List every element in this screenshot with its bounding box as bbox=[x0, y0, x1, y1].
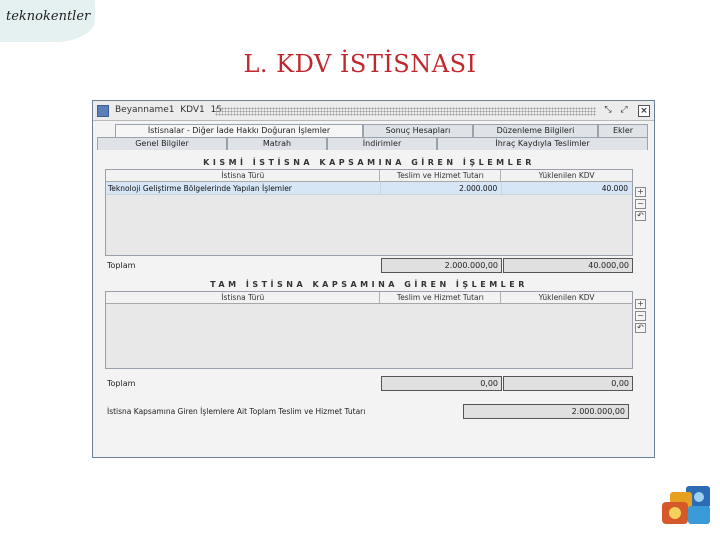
close-icon[interactable]: × bbox=[638, 105, 650, 117]
full-table: İstisna Türü Teslim ve Hizmet Tutarı Yük… bbox=[105, 291, 633, 369]
full-total-row: Toplam 0,00 0,00 bbox=[105, 376, 633, 392]
partial-total-label: Toplam bbox=[107, 261, 136, 270]
app-icon bbox=[97, 105, 109, 117]
remove-row-icon[interactable]: − bbox=[635, 199, 646, 209]
partial-total-vat[interactable]: 40.000,00 bbox=[503, 258, 633, 273]
corner-tag: teknokentler bbox=[0, 0, 95, 42]
col-teslim-tutari[interactable]: Teslim ve Hizmet Tutarı bbox=[380, 292, 502, 303]
table-header: İstisna Türü Teslim ve Hizmet Tutarı Yük… bbox=[106, 292, 632, 304]
full-side-buttons: + − ↶ bbox=[635, 299, 647, 335]
full-total-vat[interactable]: 0,00 bbox=[503, 376, 633, 391]
row-vat: 40.000 bbox=[501, 182, 632, 194]
undo-icon[interactable]: ↶ bbox=[635, 211, 646, 221]
add-row-icon[interactable]: + bbox=[635, 299, 646, 309]
col-yuklenilen-kdv[interactable]: Yüklenilen KDV bbox=[501, 170, 632, 181]
undo-icon[interactable]: ↶ bbox=[635, 323, 646, 333]
partial-total-amount[interactable]: 2.000.000,00 bbox=[381, 258, 502, 273]
window-titlebar[interactable]: Beyanname1 KDV1 15 ⤡ ⤢ × bbox=[93, 101, 654, 121]
table-row[interactable]: Teknoloji Geliştirme Bölgelerinde Yapıla… bbox=[106, 182, 632, 195]
tab-ekler[interactable]: Ekler bbox=[598, 124, 648, 137]
tab-indirimler[interactable]: İndirimler bbox=[327, 137, 437, 150]
corner-tag-text: teknokentler bbox=[6, 9, 91, 24]
partial-side-buttons: + − ↶ bbox=[635, 187, 647, 223]
col-istisna-turu[interactable]: İstisna Türü bbox=[106, 292, 381, 303]
titlebar-grip bbox=[215, 107, 596, 116]
tab-sonuc-hesaplari[interactable]: Sonuç Hesapları bbox=[363, 124, 473, 137]
tab-ihrac-kaydiyla[interactable]: İhraç Kaydıyla Teslimler bbox=[437, 137, 648, 150]
partial-table: İstisna Türü Teslim ve Hizmet Tutarı Yük… bbox=[105, 169, 633, 256]
partial-total-row: Toplam 2.000.000,00 40.000,00 bbox=[105, 258, 633, 274]
remove-row-icon[interactable]: − bbox=[635, 311, 646, 321]
declaration-window: Beyanname1 KDV1 15 ⤡ ⤢ × İstisnalar - Di… bbox=[92, 100, 655, 458]
full-section-title: TAM İSTİSNA KAPSAMINA GİREN İŞLEMLER bbox=[210, 280, 528, 289]
full-total-label: Toplam bbox=[107, 379, 136, 388]
row-type: Teknoloji Geliştirme Bölgelerinde Yapıla… bbox=[108, 184, 292, 193]
tab-bar: İstisnalar - Diğer İade Hakkı Doğuran İş… bbox=[93, 121, 654, 150]
window-title: Beyanname1 KDV1 15 bbox=[115, 105, 222, 115]
grand-total-row: İstisna Kapsamına Giren İşlemlere Ait To… bbox=[105, 402, 633, 419]
add-row-icon[interactable]: + bbox=[635, 187, 646, 197]
tab-genel-bilgiler[interactable]: Genel Bilgiler bbox=[97, 137, 227, 150]
table-header: İstisna Türü Teslim ve Hizmet Tutarı Yük… bbox=[106, 170, 632, 182]
corner-logo-icon bbox=[662, 486, 710, 524]
restore-icon[interactable]: ⤡ bbox=[602, 105, 614, 117]
row-amount: 2.000.000 bbox=[380, 182, 501, 194]
full-total-amount[interactable]: 0,00 bbox=[381, 376, 502, 391]
col-yuklenilen-kdv[interactable]: Yüklenilen KDV bbox=[501, 292, 632, 303]
slide-title: L. KDV İSTİSNASI bbox=[243, 50, 477, 78]
col-istisna-turu[interactable]: İstisna Türü bbox=[106, 170, 381, 181]
grand-total-label: İstisna Kapsamına Giren İşlemlere Ait To… bbox=[107, 407, 366, 416]
tab-istisnalar[interactable]: İstisnalar - Diğer İade Hakkı Doğuran İş… bbox=[115, 124, 363, 137]
partial-section-title: KISMİ İSTİSNA KAPSAMINA GİREN İŞLEMLER bbox=[203, 158, 535, 167]
maximize-icon[interactable]: ⤢ bbox=[618, 105, 630, 117]
tab-matrah[interactable]: Matrah bbox=[227, 137, 327, 150]
col-teslim-tutari[interactable]: Teslim ve Hizmet Tutarı bbox=[380, 170, 502, 181]
content-area: KISMİ İSTİSNA KAPSAMINA GİREN İŞLEMLER İ… bbox=[105, 157, 646, 419]
tab-duzenleme-bilgileri[interactable]: Düzenleme Bilgileri bbox=[473, 124, 598, 137]
grand-total-value[interactable]: 2.000.000,00 bbox=[463, 404, 629, 419]
